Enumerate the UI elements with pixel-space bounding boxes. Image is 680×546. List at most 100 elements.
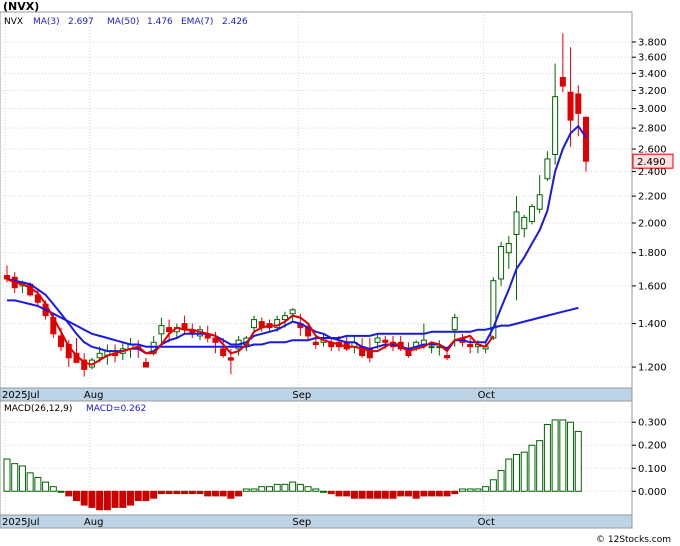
- macd-legend-label: MACD(26,12,9): [4, 404, 72, 414]
- candle-up: [513, 211, 520, 235]
- macd-bar-negative: [343, 490, 351, 497]
- candle-up: [536, 194, 543, 210]
- macd-bar-negative: [127, 490, 135, 506]
- macd-bar-negative: [335, 490, 343, 497]
- price-y-tick-label: 3.800: [638, 37, 667, 48]
- legend-ticker: NVX: [4, 17, 23, 27]
- macd-bar-negative: [134, 490, 142, 501]
- macd-bar-positive: [281, 483, 289, 492]
- macd-bar-positive: [242, 488, 250, 492]
- macd-bar-negative: [404, 490, 412, 497]
- candle-up: [521, 216, 528, 230]
- macd-bar-negative: [451, 490, 459, 495]
- price-y-tick-label: 1.600: [638, 281, 667, 292]
- macd-bar-negative: [103, 490, 111, 511]
- candle-up: [528, 206, 535, 223]
- price-x-tick-label: Oct: [478, 390, 495, 401]
- chart-title: (NVX): [3, 0, 39, 13]
- macd-legend-value: MACD=0.262: [86, 404, 146, 414]
- macd-bar-positive: [536, 440, 544, 492]
- candle-up: [158, 325, 165, 335]
- macd-bar-negative: [111, 490, 119, 508]
- macd-bar-positive: [296, 483, 304, 492]
- macd-bar-positive: [3, 458, 11, 492]
- macd-bar-negative: [188, 490, 196, 495]
- macd-bar-positive: [505, 458, 513, 492]
- price-y-tick-label: 3.600: [638, 53, 667, 64]
- macd-bar-negative: [211, 490, 219, 497]
- macd-bar-positive: [559, 419, 567, 492]
- stock-chart-canvas: 3.8003.6003.4003.2003.0002.8002.6002.400…: [0, 0, 674, 545]
- candle-down: [583, 116, 589, 162]
- macd-x-tick-label: 2025Jul: [2, 517, 40, 528]
- candle-down: [444, 355, 451, 359]
- macd-bar-positive: [458, 488, 466, 492]
- macd-bar-negative: [374, 490, 382, 499]
- candle-down: [227, 357, 234, 361]
- candle-down: [567, 91, 574, 121]
- price-y-tick-label: 3.400: [638, 69, 667, 80]
- macd-bar-negative: [150, 490, 158, 499]
- macd-bar-negative: [65, 490, 73, 497]
- macd-bar-negative: [381, 490, 389, 499]
- macd-bar-positive: [49, 486, 57, 492]
- macd-bar-positive: [497, 470, 505, 492]
- macd-x-tick-label: Aug: [84, 517, 104, 528]
- macd-bar-positive: [34, 476, 42, 492]
- macd-bar-negative: [181, 490, 189, 495]
- price-y-tick-label: 1.800: [638, 248, 667, 259]
- macd-bar-positive: [57, 490, 65, 493]
- price-y-tick-label: 2.400: [638, 167, 667, 178]
- price-y-tick-label: 1.400: [638, 319, 667, 330]
- macd-bar-negative: [196, 490, 204, 495]
- macd-bar-negative: [173, 490, 181, 495]
- macd-bar-positive: [528, 444, 536, 492]
- macd-y-tick-label: 0.000: [638, 487, 667, 498]
- price-x-tick-label: Aug: [84, 390, 104, 401]
- macd-bar-positive: [482, 486, 490, 492]
- candle-down: [220, 348, 227, 357]
- macd-bar-negative: [389, 490, 397, 499]
- macd-bar-positive: [551, 419, 559, 492]
- macd-bar-positive: [273, 483, 281, 492]
- candle-up: [251, 319, 258, 329]
- candle-up: [505, 242, 512, 254]
- macd-bar-positive: [258, 486, 266, 492]
- price-y-tick-label: 1.200: [638, 363, 667, 374]
- candle-down: [382, 339, 389, 343]
- price-y-axis: 3.8003.6003.4003.2003.0002.8002.6002.400…: [632, 37, 667, 374]
- macd-y-tick-label: 0.300: [638, 418, 667, 429]
- macd-bar-negative: [72, 490, 80, 501]
- macd-bar-positive: [312, 488, 320, 492]
- macd-bar-positive: [320, 490, 328, 493]
- price-y-tick-label: 2.200: [638, 192, 667, 203]
- macd-bar-negative: [119, 490, 127, 508]
- candle-down: [142, 361, 149, 368]
- watermark: © 12Stocks.com: [596, 535, 671, 545]
- macd-bar-positive: [250, 488, 258, 492]
- macd-bar-positive: [11, 463, 19, 492]
- legend-ma3-value: 2.697: [68, 17, 94, 27]
- legend-ema7-value: 2.426: [222, 17, 248, 27]
- candle-down: [467, 343, 474, 348]
- macd-bar-negative: [142, 490, 150, 501]
- macd-bar-negative: [420, 490, 428, 497]
- macd-bar-negative: [235, 490, 243, 497]
- macd-bar-negative: [350, 490, 358, 499]
- macd-bar-negative: [219, 490, 227, 497]
- macd-y-axis: 0.300 0.200 0.100 0.000: [632, 418, 667, 498]
- candle-down: [312, 341, 319, 345]
- macd-bar-negative: [327, 490, 335, 495]
- macd-bar-negative: [227, 490, 235, 499]
- last-price-label: 2.490: [637, 157, 666, 168]
- macd-bar-negative: [88, 490, 96, 508]
- macd-bar-negative: [80, 490, 88, 506]
- macd-bar-positive: [543, 424, 551, 492]
- macd-bar-negative: [165, 490, 173, 495]
- macd-bar-positive: [474, 488, 482, 492]
- legend-ema7-label: EMA(7): [181, 17, 213, 27]
- macd-bar-positive: [489, 479, 497, 492]
- macd-y-tick-label: 0.200: [638, 441, 667, 452]
- candle-up: [96, 352, 103, 359]
- price-y-tick-label: 3.200: [638, 86, 667, 97]
